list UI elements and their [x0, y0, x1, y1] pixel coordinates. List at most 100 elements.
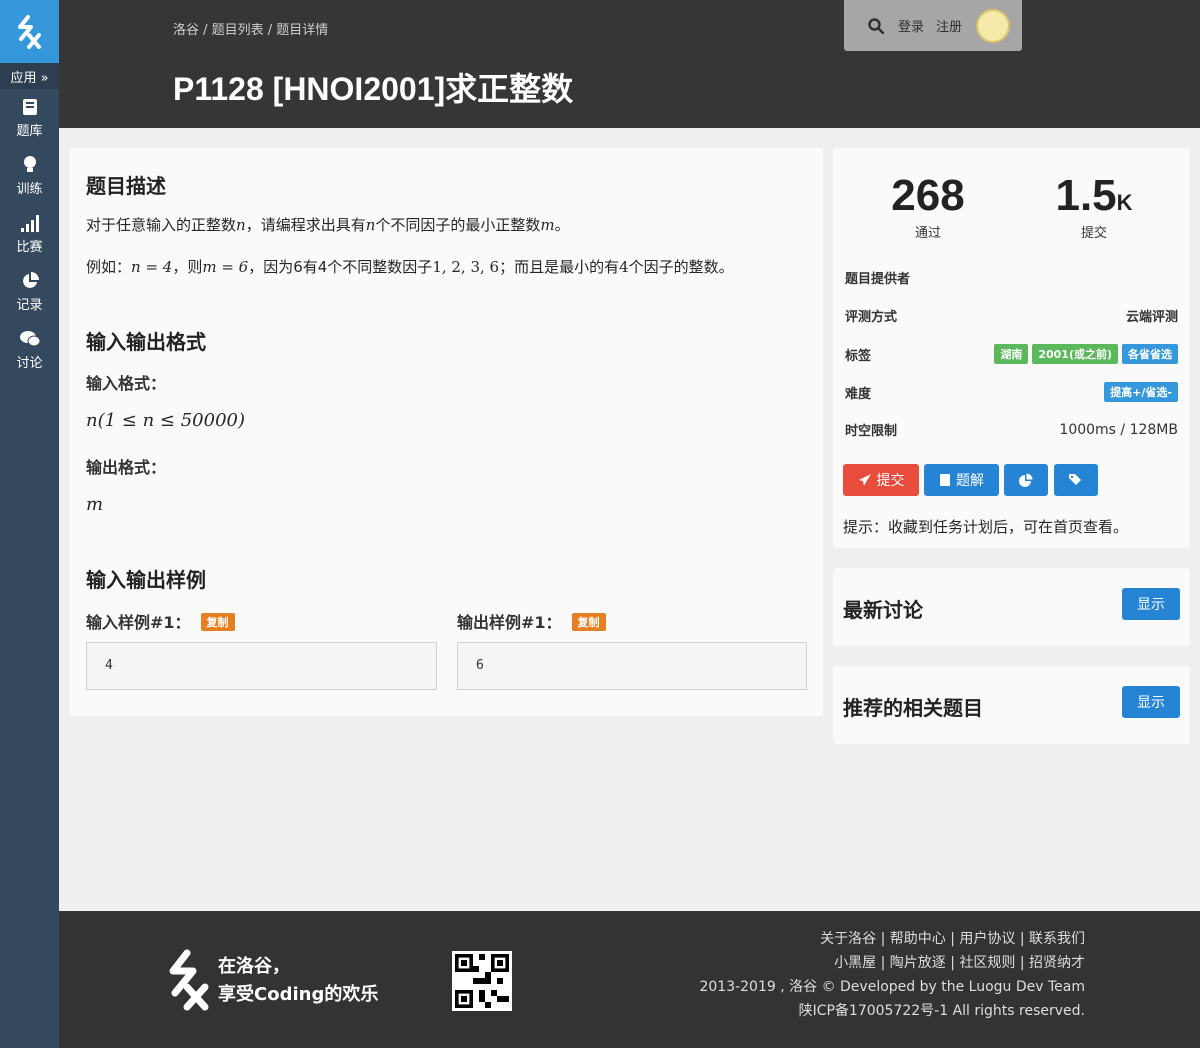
- output-format-math: m: [86, 494, 104, 515]
- register-link[interactable]: 注册: [936, 16, 962, 35]
- show-related-button[interactable]: 显示: [1122, 686, 1180, 718]
- sample-input-label-row: 输入样例#1： 复制: [86, 609, 235, 633]
- search-icon[interactable]: [868, 17, 884, 34]
- avatar[interactable]: [976, 8, 1011, 43]
- breadcrumb[interactable]: 洛谷 / 题目列表 / 题目详情: [173, 19, 328, 38]
- text-segment: 个因子的整数。: [628, 258, 734, 276]
- math-n: n: [236, 216, 246, 234]
- sidebar-item-records[interactable]: 记录: [0, 263, 59, 321]
- related-problems-card: 推荐的相关题目 显示: [833, 666, 1190, 744]
- qr-code-icon: [455, 954, 509, 1008]
- footer-icp[interactable]: 陕ICP备17005722号-1 All rights reserved.: [699, 999, 1085, 1023]
- footer-links: 关于洛谷 | 帮助中心 | 用户协议 | 联系我们 小黑屋 | 陶片放逐 | 社…: [699, 927, 1085, 1023]
- submitted-count: 1.5: [1055, 171, 1117, 220]
- sidebar-item-label: 讨论: [16, 355, 43, 371]
- slogan-line-2: 享受Coding的欢乐: [218, 984, 379, 1005]
- passed-stat: 268 通过: [853, 171, 1003, 242]
- samples-heading: 输入输出样例: [86, 568, 206, 592]
- latest-discussion-card: 最新讨论 显示: [833, 568, 1190, 646]
- text-segment: ，因为6有4个不同整数因子: [248, 258, 433, 276]
- sidebar-item-contests[interactable]: 比赛: [0, 205, 59, 263]
- footer-copyright: 2013-2019 , 洛谷 © Developed by the Luogu …: [699, 979, 1085, 995]
- slogan-line-1: 在洛谷，: [218, 956, 290, 977]
- footer-links-row-1[interactable]: 关于洛谷 | 帮助中心 | 用户协议 | 联系我们: [699, 927, 1085, 951]
- app-menu-toggle[interactable]: 应用 »: [0, 63, 59, 89]
- sidebar: 应用 » 题库 训练 比赛 记录 讨论: [0, 0, 59, 1048]
- sidebar-item-label: 题库: [16, 123, 43, 139]
- copy-output-button[interactable]: 复制: [571, 613, 606, 631]
- problem-content-card: 题目描述 对于任意输入的正整数n，请编程求出具有n个不同因子的最小正整数m。 例…: [70, 148, 823, 716]
- math-expr: 4: [619, 258, 629, 276]
- luogu-logo-icon: [17, 14, 41, 49]
- sample-output-label: 输出样例#1：: [457, 613, 562, 632]
- math-m: m: [540, 216, 555, 234]
- text-segment: ；而且是最小的有: [499, 258, 620, 276]
- sample-output-box[interactable]: 6: [457, 642, 807, 690]
- book-icon: [22, 98, 37, 115]
- page-footer: 在洛谷， 享受Coding的欢乐 关于洛谷 | 帮助中心 | 用户协议 | 联系…: [59, 911, 1200, 1048]
- sidebar-item-training[interactable]: 训练: [0, 147, 59, 205]
- difficulty-label: 难度: [845, 386, 872, 402]
- solution-label: 题解: [956, 473, 984, 489]
- comments-icon: [19, 330, 40, 346]
- tags-label: 标签: [845, 348, 872, 364]
- qr-code: [452, 951, 512, 1011]
- lightbulb-icon: [23, 155, 36, 172]
- math-expr: n = 4: [131, 258, 173, 276]
- text-segment: 例如：: [86, 258, 132, 276]
- output-format-label: 输出格式：: [86, 458, 167, 477]
- io-format-heading: 输入输出格式: [86, 330, 206, 354]
- pie-chart-icon: [22, 271, 39, 288]
- footer-links-row-2[interactable]: 小黑屋 | 陶片放逐 | 社区规则 | 招贤纳才: [699, 951, 1085, 975]
- copy-input-button[interactable]: 复制: [200, 613, 235, 631]
- sample-input-box[interactable]: 4: [86, 642, 437, 690]
- judge-row: 评测方式 云端评测: [845, 306, 1178, 325]
- sidebar-item-label: 记录: [16, 297, 43, 313]
- math-n: n: [365, 216, 376, 234]
- tags-icon: [1069, 474, 1081, 485]
- provider-label: 题目提供者: [845, 272, 911, 287]
- judge-value: 云端评测: [1125, 310, 1178, 325]
- description-line-2: 例如：n = 4，则m = 6，因为6有4个不同整数因子1, 2, 3, 6；而…: [86, 256, 734, 277]
- tag-year[interactable]: 2001(或之前): [1032, 344, 1118, 364]
- related-title: 推荐的相关题目: [843, 696, 983, 720]
- limit-row: 时空限制 1000ms / 128MB: [845, 420, 1178, 440]
- show-discussion-button[interactable]: 显示: [1122, 588, 1180, 620]
- submitted-label: 提交: [1080, 226, 1107, 241]
- problem-info-card: 268 通过 1.5K 提交 题目提供者 评测方式 云端评测 标签 湖南 2001…: [833, 148, 1190, 548]
- sidebar-item-problems[interactable]: 题库: [0, 89, 59, 147]
- luogu-logo[interactable]: [0, 0, 59, 63]
- provider-row: 题目提供者: [845, 268, 1178, 287]
- tag-hunan[interactable]: 湖南: [994, 344, 1029, 364]
- stats-button[interactable]: [1004, 464, 1048, 496]
- description-line-1: 对于任意输入的正整数n，请编程求出具有n个不同因子的最小正整数m。: [86, 214, 570, 235]
- solution-button[interactable]: 题解: [924, 464, 999, 496]
- pie-chart-icon: [1019, 473, 1033, 487]
- difficulty-row: 难度 提高+/省选-: [845, 382, 1178, 402]
- text-segment: ，请编程求出具有: [245, 216, 366, 234]
- app-menu-label: 应用 »: [10, 70, 49, 86]
- user-nav: 登录 注册: [844, 0, 1022, 51]
- tags-button[interactable]: [1054, 464, 1098, 496]
- submit-label: 提交: [876, 473, 905, 489]
- passed-count: 268: [891, 171, 965, 220]
- footer-slogan: 在洛谷， 享受Coding的欢乐: [218, 953, 378, 1009]
- submit-button[interactable]: 提交: [843, 464, 919, 496]
- input-format-math: n(1 ≤ n ≤ 50000): [86, 410, 245, 431]
- tag-provincial[interactable]: 各省省选: [1122, 344, 1178, 364]
- sample-input-label: 输入样例#1：: [86, 613, 191, 632]
- input-format-label: 输入格式：: [86, 374, 167, 393]
- description-heading: 题目描述: [86, 174, 166, 198]
- text-segment: 。: [554, 216, 570, 234]
- text-segment: ，则: [172, 258, 203, 276]
- submitted-stat: 1.5K 提交: [1019, 171, 1169, 242]
- sidebar-item-discuss[interactable]: 讨论: [0, 321, 59, 379]
- tags-row: 标签 湖南 2001(或之前) 各省省选: [845, 344, 1178, 364]
- login-link[interactable]: 登录: [898, 16, 924, 35]
- sidebar-item-label: 训练: [16, 181, 43, 197]
- book-icon: [940, 474, 950, 486]
- judge-label: 评测方式: [845, 310, 898, 325]
- luogu-footer-logo-icon: [169, 949, 209, 1011]
- difficulty-badge[interactable]: 提高+/省选-: [1104, 382, 1178, 402]
- text-segment: 对于任意输入的正整数: [86, 216, 237, 234]
